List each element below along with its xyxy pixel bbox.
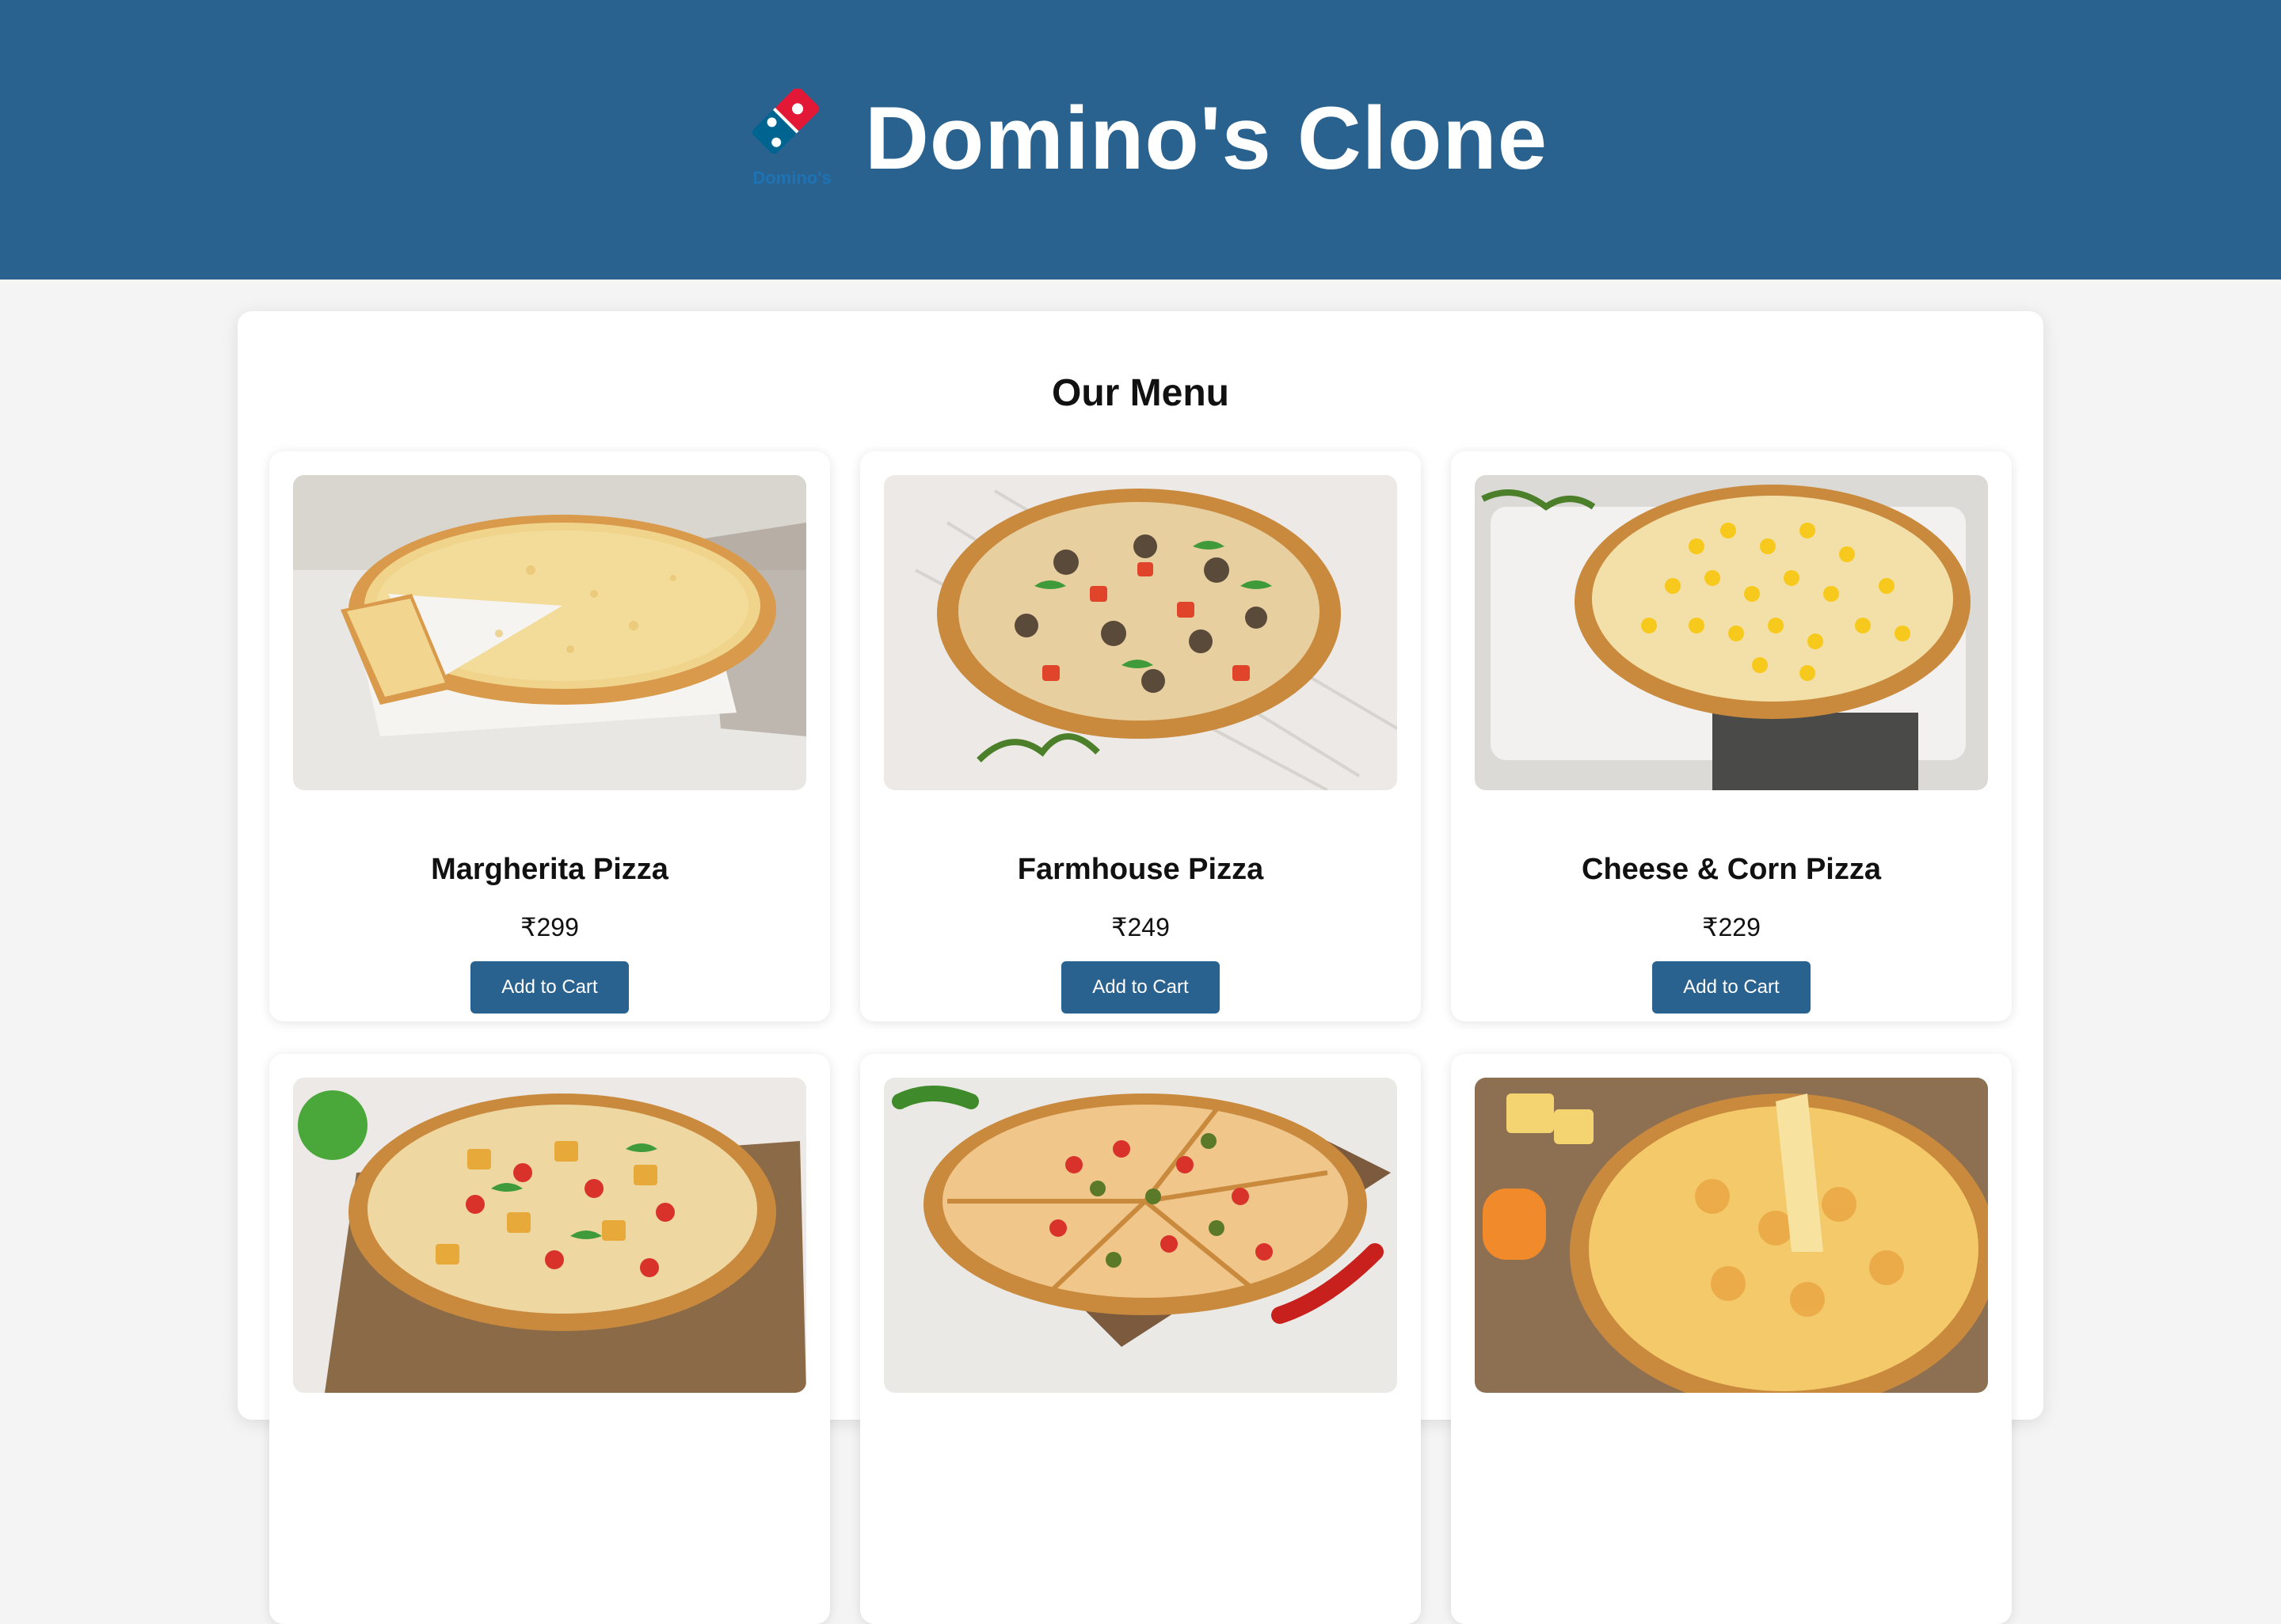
site-header: Domino's Domino's Clone (0, 0, 2281, 280)
menu-card-5 (860, 1054, 1421, 1624)
menu-card-cheese-corn: Cheese & Corn Pizza ₹229 Add to Cart (1451, 451, 2012, 1021)
add-to-cart-button[interactable]: Add to Cart (1652, 961, 1811, 1014)
cheese-burst-pizza-photo (1475, 1078, 1988, 1393)
pizza-name: Farmhouse Pizza (1017, 853, 1264, 886)
paneer-pizza-photo (293, 1078, 806, 1393)
site-title: Domino's Clone (865, 89, 1548, 188)
pizza-price: ₹299 (520, 913, 579, 941)
pizza-price: ₹249 (1111, 913, 1170, 941)
margherita-pizza-photo (293, 475, 806, 790)
farmhouse-pizza-photo (884, 475, 1397, 790)
add-to-cart-button[interactable]: Add to Cart (470, 961, 629, 1014)
pizza-price: ₹229 (1702, 913, 1761, 941)
menu-card-6 (1451, 1054, 2012, 1624)
dominos-logo-icon[interactable]: Domino's (743, 89, 841, 187)
menu-panel: Our Menu Margherita Pizza ₹299 Add to Ca… (238, 311, 2043, 1624)
menu-card-farmhouse: Farmhouse Pizza ₹249 Add to Cart (860, 451, 1421, 1021)
menu-card-margherita: Margherita Pizza ₹299 Add to Cart (269, 451, 830, 1021)
add-to-cart-button[interactable]: Add to Cart (1061, 961, 1220, 1014)
logo-wordmark: Domino's (752, 168, 831, 187)
jalapeno-pizza-photo (884, 1078, 1397, 1393)
menu-card-4 (269, 1054, 830, 1624)
pizza-name: Margherita Pizza (431, 853, 668, 886)
pizza-name: Cheese & Corn Pizza (1582, 853, 1881, 886)
menu-title: Our Menu (1052, 372, 1229, 414)
cheese-corn-pizza-photo (1475, 475, 1988, 790)
